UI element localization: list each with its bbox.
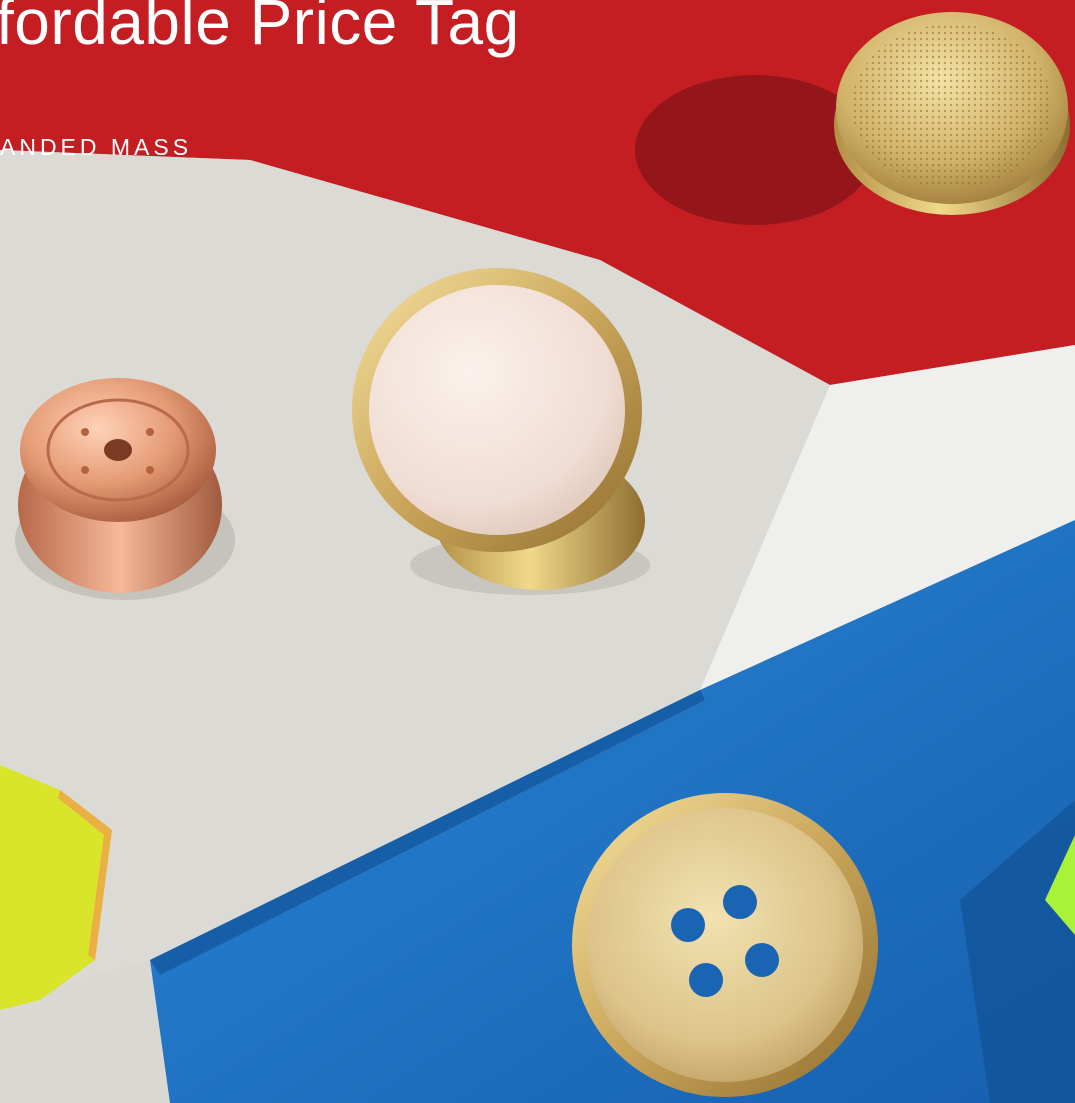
hero-title: fordable Price Tag: [0, 0, 520, 58]
button-hole: [671, 908, 705, 942]
copper-center-hole: [104, 439, 132, 461]
copper-dot: [146, 466, 154, 474]
product-photo: [0, 0, 1075, 1103]
gold-four-hole-button: [587, 808, 863, 1082]
button-hole: [689, 963, 723, 997]
ivory-button: [369, 285, 625, 535]
button-hole: [723, 885, 757, 919]
copper-dot: [81, 428, 89, 436]
hero-subtitle: ANDED MASS: [0, 134, 193, 160]
button-hole: [745, 943, 779, 977]
gold-mesh-face: [852, 24, 1052, 188]
copper-dot: [146, 428, 154, 436]
copper-dot: [81, 466, 89, 474]
